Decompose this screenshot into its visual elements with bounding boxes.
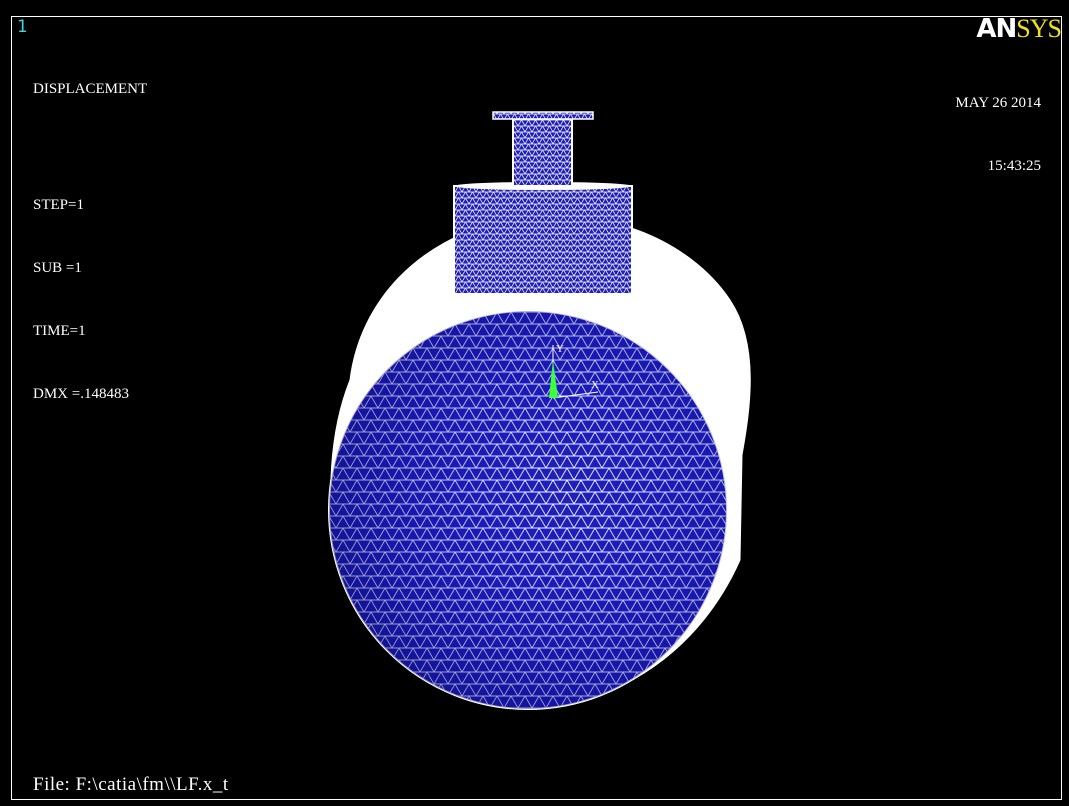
collar-cylinder [453, 185, 633, 295]
triad-y-label: Y [556, 343, 564, 355]
neck-cylinder [512, 115, 573, 187]
top-flange [492, 111, 594, 120]
file-path-label: File: F:\catia\fm\\LF.x_t [33, 774, 229, 795]
triad-x-label: X [591, 379, 599, 391]
mesh-model-viewport[interactable]: Y X [0, 0, 1069, 806]
